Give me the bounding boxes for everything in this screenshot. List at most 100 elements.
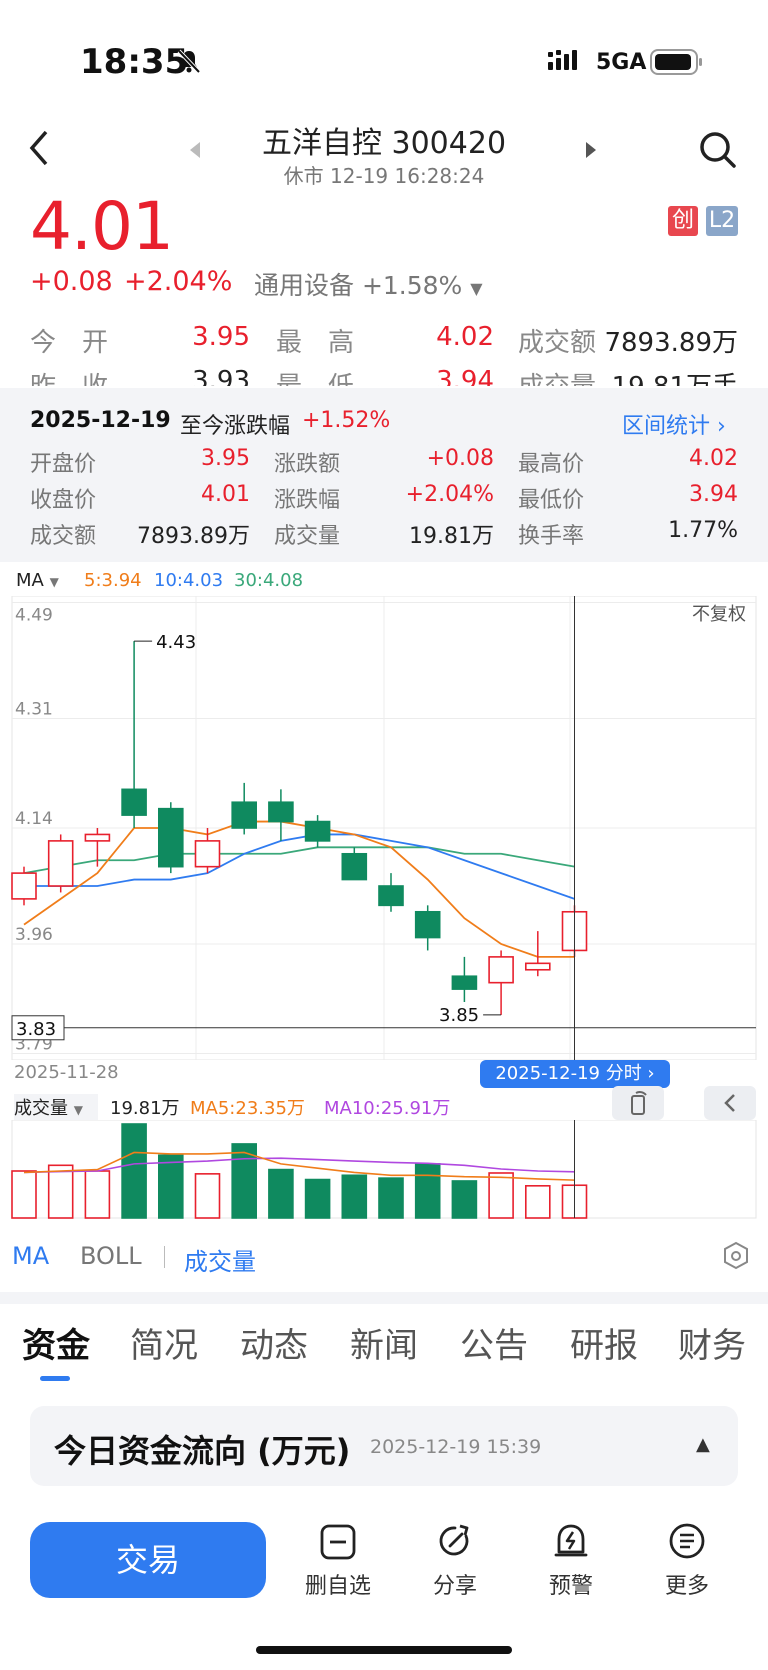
fund-flow-card[interactable]: 今日资金流向 (万元) 2025-12-19 15:39 ▲ bbox=[30, 1406, 738, 1486]
ma-selector-label: MA bbox=[16, 570, 44, 591]
mute-bell-icon bbox=[176, 48, 202, 78]
tab-financials[interactable]: 财务 bbox=[678, 1318, 746, 1367]
quote-label: 今 开 bbox=[30, 328, 109, 358]
volume-chart[interactable] bbox=[0, 1120, 768, 1220]
chevron-down-icon: ▼ bbox=[470, 279, 483, 298]
volume-bar bbox=[341, 1174, 368, 1219]
quote-label: 昨 收 bbox=[30, 366, 108, 386]
candle-body bbox=[231, 801, 257, 829]
collapse-up-icon[interactable]: ▲ bbox=[696, 1434, 710, 1455]
next-stock-icon[interactable] bbox=[584, 140, 598, 164]
y-tick-label: 3.96 bbox=[15, 925, 53, 945]
quote-value: 3.95 bbox=[192, 322, 250, 352]
interval-pct: +1.52% bbox=[302, 408, 391, 433]
search-icon[interactable] bbox=[698, 130, 738, 174]
candle-body bbox=[121, 788, 147, 816]
indicator-tab-ma[interactable]: MA bbox=[12, 1242, 49, 1270]
tab-news-feed[interactable]: 动态 bbox=[240, 1318, 308, 1367]
remove-watchlist-label[interactable]: 删自选 bbox=[288, 1568, 388, 1600]
signal-icon bbox=[548, 48, 584, 78]
quote-row: 今 开 3.95 最 高 4.02 成交额 7893.89万 bbox=[30, 322, 738, 358]
fund-flow-time: 2025-12-19 15:39 bbox=[370, 1436, 542, 1458]
stat-value: +0.08 bbox=[426, 446, 494, 471]
share-icon[interactable] bbox=[436, 1522, 474, 1564]
interval-date: 2025-12-19 bbox=[30, 408, 171, 433]
sector-info[interactable]: 通用设备 +1.58% ▼ bbox=[254, 266, 483, 302]
alert-label[interactable]: 预警 bbox=[521, 1568, 621, 1600]
ma10-legend: 10:4.03 bbox=[154, 570, 224, 591]
volume-bar bbox=[304, 1178, 331, 1219]
volume-bar bbox=[121, 1123, 147, 1219]
volume-bar bbox=[47, 1164, 74, 1219]
candle-body bbox=[488, 956, 514, 984]
interval-stats-label: 区间统计 bbox=[622, 414, 711, 439]
alert-icon[interactable] bbox=[552, 1522, 590, 1564]
tab-announcements[interactable]: 公告 bbox=[460, 1318, 528, 1367]
y-tick-label: 4.14 bbox=[15, 809, 53, 829]
volume-selector[interactable]: 成交量 ▼ bbox=[14, 1094, 98, 1120]
tab-funds[interactable]: 资金 bbox=[22, 1318, 90, 1367]
fund-flow-title: 今日资金流向 (万元) bbox=[54, 1432, 351, 1470]
y-tick-label: 4.49 bbox=[15, 605, 53, 625]
section-divider bbox=[0, 1292, 768, 1304]
stat-label: 换手率 bbox=[518, 524, 585, 549]
quote-value: 4.02 bbox=[436, 322, 494, 352]
stat-label: 最高价 bbox=[518, 452, 585, 477]
quote-label: 成交量 bbox=[518, 366, 596, 386]
chevron-down-icon: ▼ bbox=[73, 1103, 83, 1117]
crosshair-time-tag[interactable]: 2025-12-19 分时 › bbox=[480, 1060, 670, 1088]
candle-body bbox=[524, 962, 551, 971]
crosshair-time-label: 2025-12-19 分时 bbox=[495, 1063, 642, 1084]
indicator-divider bbox=[164, 1246, 165, 1268]
price-change: +0.08 bbox=[30, 266, 113, 297]
tab-news[interactable]: 新闻 bbox=[350, 1318, 418, 1367]
home-indicator bbox=[256, 1646, 512, 1654]
stat-value: 7893.89万 bbox=[137, 524, 250, 549]
interval-label: 至今涨跌幅 bbox=[180, 414, 291, 439]
stat-value: 1.77% bbox=[668, 518, 738, 543]
high-annotation: 4.43 bbox=[156, 632, 196, 653]
volume-value: 19.81万 bbox=[110, 1098, 180, 1119]
stat-label: 开盘价 bbox=[30, 452, 97, 477]
more-label[interactable]: 更多 bbox=[637, 1568, 737, 1600]
volume-bar bbox=[414, 1163, 441, 1219]
ma-selector[interactable]: MA ▼ bbox=[16, 570, 59, 591]
stat-label: 收盘价 bbox=[30, 488, 97, 513]
indicator-settings-icon[interactable] bbox=[720, 1240, 752, 1276]
trade-button[interactable]: 交易 bbox=[30, 1522, 266, 1598]
candlestick-chart[interactable]: 4.494.314.143.963.794.433.853.83 bbox=[0, 596, 768, 1060]
rotate-screen-button[interactable] bbox=[612, 1086, 664, 1120]
tab-overview[interactable]: 简况 bbox=[130, 1318, 198, 1367]
stat-value: 4.02 bbox=[689, 446, 738, 471]
quote-label: 最 高 bbox=[276, 328, 355, 358]
crosshair-price: 3.83 bbox=[16, 1019, 56, 1040]
candle-body bbox=[451, 975, 478, 990]
share-label[interactable]: 分享 bbox=[405, 1568, 505, 1600]
stat-value: 3.94 bbox=[689, 482, 738, 507]
tab-research[interactable]: 研报 bbox=[570, 1318, 638, 1367]
quote-row: 昨 收 3.93 最 低 3.94 成交量 19.81万手 bbox=[30, 366, 738, 386]
indicator-tab-boll[interactable]: BOLL bbox=[80, 1242, 142, 1270]
volume-bar bbox=[488, 1172, 514, 1219]
stat-label: 成交额 bbox=[30, 524, 97, 549]
volume-bar bbox=[268, 1168, 294, 1219]
more-icon[interactable] bbox=[668, 1522, 706, 1564]
stat-value: +2.04% bbox=[405, 482, 494, 507]
candle-body bbox=[304, 820, 331, 842]
stat-label: 涨跌幅 bbox=[274, 488, 341, 513]
stat-value: 19.81万 bbox=[409, 524, 494, 549]
quote-value: 3.93 bbox=[192, 366, 250, 386]
remove-watchlist-icon[interactable] bbox=[320, 1524, 356, 1564]
stat-label: 最低价 bbox=[518, 488, 585, 513]
market-status: 休市 12-19 16:28:24 bbox=[283, 164, 485, 188]
stock-title: 五洋自控 300420 bbox=[261, 126, 507, 161]
interval-stats-link[interactable]: 区间统计 › bbox=[622, 408, 726, 440]
level2-badge[interactable]: L2 bbox=[706, 206, 738, 236]
candle-body bbox=[378, 885, 404, 907]
indicator-tab-volume[interactable]: 成交量 bbox=[184, 1242, 256, 1277]
volume-bar bbox=[194, 1173, 221, 1219]
collapse-panel-button[interactable] bbox=[704, 1086, 756, 1120]
y-tick-label: 4.31 bbox=[15, 699, 53, 719]
candle-body bbox=[158, 807, 184, 868]
network-label: 5GA bbox=[596, 50, 647, 75]
